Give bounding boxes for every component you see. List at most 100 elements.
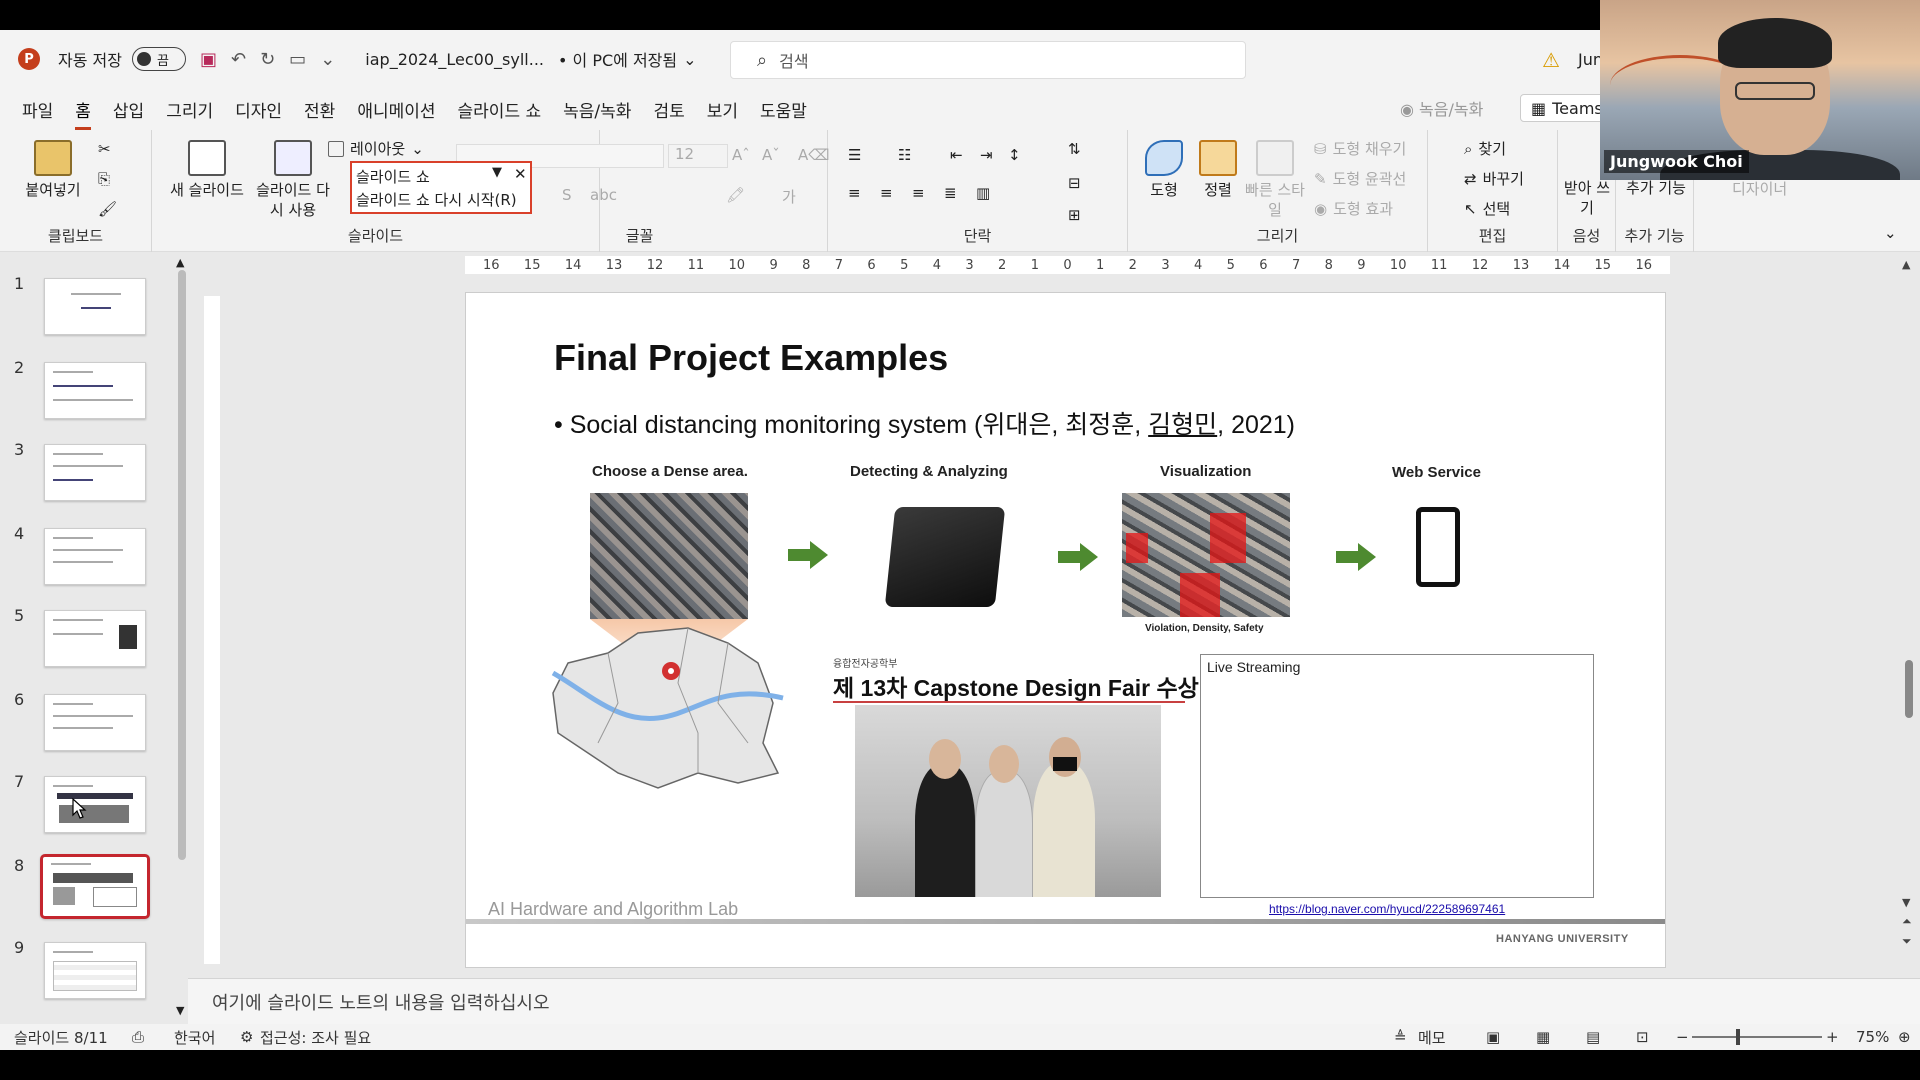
save-location[interactable]: • 이 PC에 저장됨 bbox=[558, 47, 677, 71]
tab-insert[interactable]: 삽입 bbox=[113, 91, 144, 128]
layout-button[interactable]: 레이아웃 ⌄ bbox=[328, 138, 424, 159]
shape-button[interactable]: 도형 bbox=[1136, 140, 1192, 200]
font-size-box[interactable]: 12 bbox=[668, 144, 728, 168]
reuse-slide-button[interactable]: 슬라이드 다시 사용 bbox=[252, 140, 334, 220]
highlight-icon[interactable]: 🖍 bbox=[726, 186, 745, 204]
blog-link[interactable]: https://blog.naver.com/hyucd/22258969746… bbox=[1269, 902, 1505, 916]
canvas-scrollbar[interactable] bbox=[1905, 660, 1913, 718]
replace-button[interactable]: ⇄ 바꾸기 bbox=[1464, 168, 1524, 189]
slide-thumbnail-9[interactable] bbox=[44, 942, 146, 999]
slide-thumbnail-8[interactable] bbox=[40, 854, 150, 919]
slide-title[interactable]: Final Project Examples bbox=[554, 337, 948, 379]
strikethrough-icon[interactable]: S bbox=[562, 186, 572, 204]
chevron-down-icon[interactable]: ⌄ bbox=[683, 50, 696, 69]
find-button[interactable]: ⌕ 찾기 bbox=[1464, 138, 1506, 159]
shape-fill-button[interactable]: ⛁ 도형 채우기 bbox=[1314, 138, 1406, 159]
slide-bullet[interactable]: • Social distancing monitoring system (위… bbox=[554, 405, 1295, 441]
accessibility-status[interactable]: 접근성: 조사 필요 bbox=[260, 1027, 371, 1048]
decrease-font-icon[interactable]: Aˇ bbox=[762, 146, 780, 164]
notes-pane[interactable]: 여기에 슬라이드 노트의 내용을 입력하십시오 bbox=[188, 978, 1920, 1024]
increase-font-icon[interactable]: Aˆ bbox=[732, 146, 750, 164]
tab-record[interactable]: 녹음/녹화 bbox=[563, 91, 631, 128]
tab-draw[interactable]: 그리기 bbox=[166, 91, 213, 128]
align-right-icon[interactable]: ≡ bbox=[912, 184, 925, 202]
reading-view-icon[interactable]: ▤ bbox=[1586, 1028, 1600, 1046]
notes-button[interactable]: 메모 bbox=[1418, 1027, 1446, 1048]
copy-icon[interactable]: ⎘ bbox=[98, 170, 110, 188]
next-slide-icon[interactable]: ⏷ bbox=[1902, 934, 1912, 949]
file-name[interactable]: iap_2024_Lec00_syll... bbox=[365, 50, 544, 69]
record-button[interactable]: ◉ 녹음/녹화 bbox=[1400, 96, 1483, 120]
char-spacing-icon[interactable]: abc bbox=[590, 186, 617, 204]
dropdown-arrow-icon[interactable]: ▼ bbox=[492, 165, 502, 180]
numbering-icon[interactable]: ☷ bbox=[898, 146, 911, 164]
normal-view-icon[interactable]: ▣ bbox=[1486, 1028, 1500, 1046]
spelling-icon[interactable]: ⎙ bbox=[132, 1028, 144, 1046]
tab-design[interactable]: 디자인 bbox=[235, 91, 282, 128]
designer-button[interactable]: 디자이너 bbox=[1732, 178, 1787, 199]
addins-button[interactable]: 추가 기능 bbox=[1626, 178, 1686, 198]
select-button[interactable]: ↖ 선택 bbox=[1464, 198, 1510, 219]
thumbnail-scrollbar[interactable] bbox=[178, 270, 186, 860]
current-slide[interactable]: Final Project Examples • Social distanci… bbox=[465, 292, 1666, 968]
paste-button[interactable]: 붙여넣기 bbox=[18, 140, 88, 200]
text-direction-icon[interactable]: ⇅ bbox=[1068, 140, 1081, 158]
font-color-icon[interactable]: 가 bbox=[782, 186, 796, 207]
search-input[interactable]: ⌕ 검색 bbox=[730, 41, 1246, 79]
clear-format-icon[interactable]: A⌫ bbox=[798, 146, 829, 164]
cut-icon[interactable]: ✂ bbox=[98, 140, 111, 158]
slide-thumbnail-7[interactable] bbox=[44, 776, 146, 833]
scroll-down-icon[interactable]: ▼ bbox=[1902, 896, 1910, 909]
redo-icon[interactable]: ↻ bbox=[260, 49, 275, 70]
slideshow-view-icon[interactable]: ⊡ bbox=[1636, 1028, 1649, 1046]
tab-help[interactable]: 도움말 bbox=[760, 91, 807, 128]
zoom-out-icon[interactable]: − bbox=[1676, 1028, 1689, 1046]
close-icon[interactable]: ✕ bbox=[514, 165, 527, 183]
warning-icon[interactable]: ⚠ bbox=[1542, 48, 1560, 72]
format-painter-icon[interactable]: 🖌 bbox=[98, 200, 117, 218]
slide-thumbnail-1[interactable] bbox=[44, 278, 146, 335]
accessibility-icon[interactable]: ⚙ bbox=[240, 1028, 253, 1046]
columns-icon[interactable]: ▥ bbox=[976, 184, 990, 202]
shape-effects-button[interactable]: ◉ 도형 효과 bbox=[1314, 198, 1393, 219]
zoom-level[interactable]: 75% bbox=[1856, 1028, 1889, 1046]
scroll-down-icon[interactable]: ▼ bbox=[176, 1004, 184, 1017]
zoom-slider[interactable] bbox=[1692, 1036, 1822, 1038]
save-icon[interactable]: ▣ bbox=[200, 49, 217, 70]
present-icon[interactable]: ▭ bbox=[289, 49, 306, 70]
undo-icon[interactable]: ↶ bbox=[231, 49, 246, 70]
customize-toolbar-icon[interactable]: ⌄ bbox=[320, 49, 335, 70]
notes-icon[interactable]: ≜ bbox=[1394, 1028, 1407, 1046]
restart-slideshow-option[interactable]: 슬라이드 쇼 다시 시작(R) bbox=[356, 189, 517, 210]
increase-indent-icon[interactable]: ⇥ bbox=[980, 146, 993, 164]
shape-outline-button[interactable]: ✎ 도형 윤곽선 bbox=[1314, 168, 1406, 189]
slide-sorter-icon[interactable]: ▦ bbox=[1536, 1028, 1550, 1046]
tab-file[interactable]: 파일 bbox=[22, 91, 53, 128]
tab-review[interactable]: 검토 bbox=[653, 91, 684, 128]
decrease-indent-icon[interactable]: ⇤ bbox=[950, 146, 963, 164]
align-center-icon[interactable]: ≡ bbox=[880, 184, 893, 202]
bullets-icon[interactable]: ☰ bbox=[848, 146, 861, 164]
slideshow-option[interactable]: 슬라이드 쇼 bbox=[356, 166, 430, 187]
align-text-icon[interactable]: ⊟ bbox=[1068, 174, 1081, 192]
zoom-slider-thumb[interactable] bbox=[1736, 1029, 1740, 1045]
tab-view[interactable]: 보기 bbox=[707, 91, 738, 128]
slide-thumbnail-6[interactable] bbox=[44, 694, 146, 751]
collapse-ribbon-icon[interactable]: ⌄ bbox=[1884, 224, 1897, 242]
line-spacing-icon[interactable]: ↕ bbox=[1008, 146, 1021, 164]
arrange-button[interactable]: 정렬 bbox=[1190, 140, 1246, 200]
tab-home[interactable]: 홈 bbox=[75, 91, 91, 130]
tab-slideshow[interactable]: 슬라이드 쇼 bbox=[458, 91, 542, 128]
justify-icon[interactable]: ≣ bbox=[944, 184, 957, 202]
scroll-up-icon[interactable]: ▲ bbox=[176, 256, 184, 269]
slide-thumbnail-5[interactable] bbox=[44, 610, 146, 667]
smartart-icon[interactable]: ⊞ bbox=[1068, 206, 1081, 224]
scroll-up-icon[interactable]: ▲ bbox=[1902, 258, 1910, 271]
quick-style-button[interactable]: 빠른 스타일 bbox=[1240, 140, 1310, 220]
slide-thumbnail-2[interactable] bbox=[44, 362, 146, 419]
slide-thumbnail-4[interactable] bbox=[44, 528, 146, 585]
slide-thumbnail-3[interactable] bbox=[44, 444, 146, 501]
autosave-toggle[interactable]: 끔 bbox=[131, 47, 186, 71]
language-indicator[interactable]: 한국어 bbox=[174, 1027, 215, 1048]
zoom-in-icon[interactable]: + bbox=[1826, 1028, 1839, 1046]
